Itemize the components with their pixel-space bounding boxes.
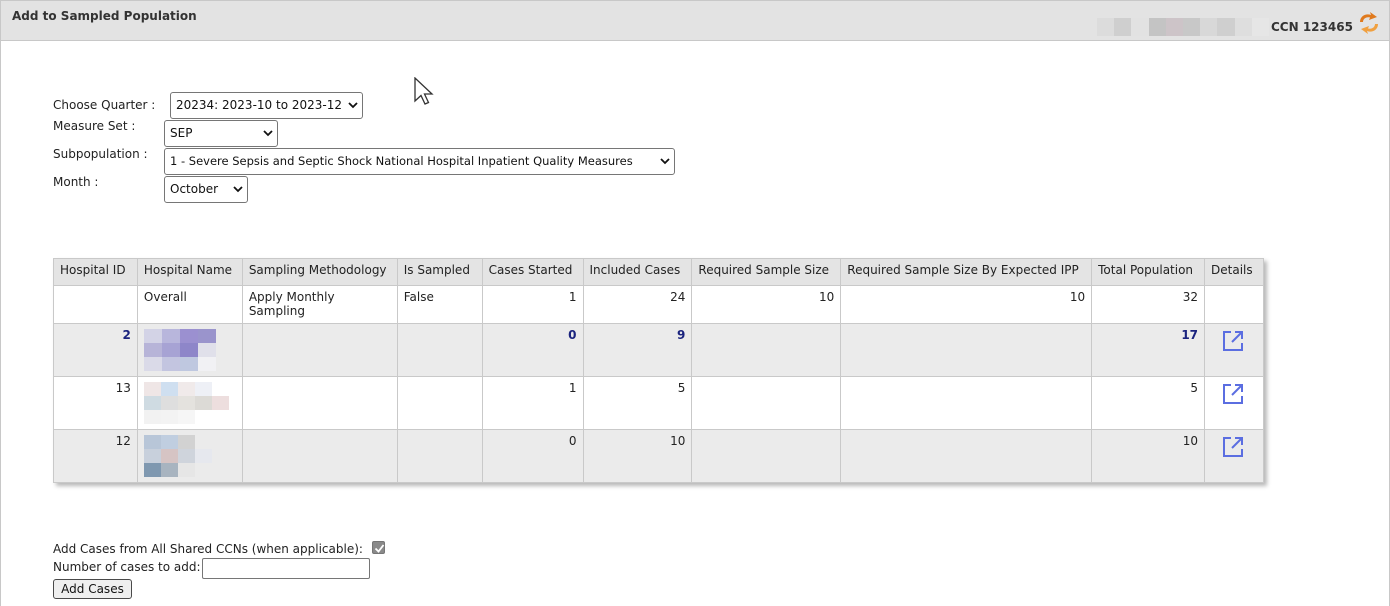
choose-quarter-label: Choose Quarter : (53, 98, 156, 112)
cell-required-sample-size-by-ipp: 10 (840, 285, 1093, 324)
measure-set-select-value: SEP (170, 126, 193, 140)
table-row-hospital-13[interactable]: 13 1 5 5 (53, 376, 1264, 430)
cell-sampling-methodology (241, 376, 398, 430)
col-total-population[interactable]: Total Population (1091, 258, 1206, 286)
col-sampling-methodology[interactable]: Sampling Methodology (241, 258, 398, 286)
cell-included-cases: 24 (582, 285, 693, 324)
cell-required-sample-size-by-ipp (840, 376, 1093, 430)
redacted-hospital-name (143, 382, 229, 424)
mouse-cursor-icon (414, 77, 434, 105)
measure-set-label: Measure Set : (53, 119, 136, 133)
cell-details (1204, 429, 1264, 483)
add-to-sampled-population-window: Add to Sampled Population CCN 123465 Cho… (0, 0, 1390, 606)
month-select[interactable]: October (164, 176, 248, 203)
subpopulation-select[interactable]: 1 - Severe Sepsis and Septic Shock Natio… (164, 148, 675, 175)
title-bar: Add to Sampled Population CCN 123465 (1, 1, 1389, 41)
cell-hospital-id[interactable]: 2 (53, 323, 138, 377)
shared-ccns-checkbox[interactable] (372, 541, 385, 554)
cell-cases-started: 1 (481, 376, 584, 430)
cell-hospital-id[interactable]: 12 (53, 429, 138, 483)
add-cases-button[interactable]: Add Cases (53, 579, 132, 599)
external-link-icon[interactable] (1221, 329, 1245, 353)
cell-required-sample-size-by-ipp (840, 323, 1093, 377)
shared-ccns-label: Add Cases from All Shared CCNs (when app… (53, 542, 363, 556)
cell-details (1204, 323, 1264, 377)
page-title: Add to Sampled Population (12, 9, 197, 23)
number-of-cases-label: Number of cases to add: (53, 560, 201, 574)
col-included-cases[interactable]: Included Cases (582, 258, 693, 286)
refresh-icon[interactable] (1356, 11, 1382, 35)
col-required-sample-size-by-ipp[interactable]: Required Sample Size By Expected IPP (840, 258, 1093, 286)
cell-is-sampled (396, 429, 483, 483)
cell-is-sampled (396, 376, 483, 430)
cell-total-population: 5 (1091, 376, 1206, 430)
table-row-hospital-12[interactable]: 12 0 10 10 (53, 429, 1264, 483)
col-hospital-id[interactable]: Hospital ID (53, 258, 138, 286)
external-link-icon[interactable] (1221, 435, 1245, 459)
cell-required-sample-size: 10 (691, 285, 842, 324)
cell-total-population: 17 (1091, 323, 1206, 377)
cell-details (1204, 285, 1264, 324)
cell-sampling-methodology (241, 323, 398, 377)
chevron-down-icon (660, 158, 670, 165)
subpopulation-label: Subpopulation : (53, 147, 148, 161)
cell-hospital-name-redacted (136, 376, 243, 430)
cell-required-sample-size (691, 323, 842, 377)
number-of-cases-input[interactable] (202, 558, 370, 579)
measure-set-select[interactable]: SEP (164, 120, 278, 147)
cell-cases-started: 0 (481, 323, 584, 377)
cell-required-sample-size-by-ipp (840, 429, 1093, 483)
cell-included-cases: 10 (582, 429, 693, 483)
col-cases-started[interactable]: Cases Started (481, 258, 584, 286)
chevron-down-icon (348, 102, 358, 109)
cell-total-population: 32 (1091, 285, 1206, 324)
chevron-down-icon (263, 130, 273, 137)
cell-hospital-id (53, 285, 138, 324)
cell-details (1204, 376, 1264, 430)
cell-included-cases: 9 (582, 323, 693, 377)
col-hospital-name[interactable]: Hospital Name (136, 258, 243, 286)
cell-cases-started: 0 (481, 429, 584, 483)
cell-is-sampled: False (396, 285, 483, 324)
col-is-sampled[interactable]: Is Sampled (396, 258, 483, 286)
external-link-icon[interactable] (1221, 382, 1245, 406)
cell-total-population: 10 (1091, 429, 1206, 483)
subpopulation-select-value: 1 - Severe Sepsis and Septic Shock Natio… (170, 154, 633, 168)
table-header-row: Hospital ID Hospital Name Sampling Metho… (53, 258, 1264, 286)
table-row-overall: Overall Apply Monthly Sampling False 1 2… (53, 285, 1264, 324)
chevron-down-icon (233, 186, 243, 193)
cell-hospital-id[interactable]: 13 (53, 376, 138, 430)
cell-included-cases: 5 (582, 376, 693, 430)
sampled-population-table: Hospital ID Hospital Name Sampling Metho… (53, 258, 1264, 483)
cell-sampling-methodology (241, 429, 398, 483)
cell-hospital-name-redacted (136, 429, 243, 483)
col-details[interactable]: Details (1204, 258, 1264, 286)
month-select-value: October (170, 182, 219, 196)
cell-sampling-methodology: Apply Monthly Sampling (241, 285, 398, 324)
cell-cases-started: 1 (481, 285, 584, 324)
redacted-facility-name (1097, 18, 1270, 36)
quarter-select-value: 20234: 2023-10 to 2023-12 (176, 98, 342, 112)
cell-hospital-name-redacted (136, 323, 243, 377)
month-label: Month : (53, 175, 99, 189)
ccn-label: CCN 123465 (1271, 20, 1353, 34)
col-required-sample-size[interactable]: Required Sample Size (691, 258, 842, 286)
table-row-hospital-2[interactable]: 2 0 9 17 (53, 323, 1264, 377)
quarter-select[interactable]: 20234: 2023-10 to 2023-12 (170, 92, 363, 119)
checkmark-icon (374, 544, 385, 553)
cell-is-sampled (396, 323, 483, 377)
cell-required-sample-size (691, 429, 842, 483)
cell-hospital-name: Overall (136, 285, 243, 324)
redacted-hospital-name (143, 435, 216, 477)
cell-required-sample-size (691, 376, 842, 430)
redacted-hospital-name (143, 329, 216, 371)
